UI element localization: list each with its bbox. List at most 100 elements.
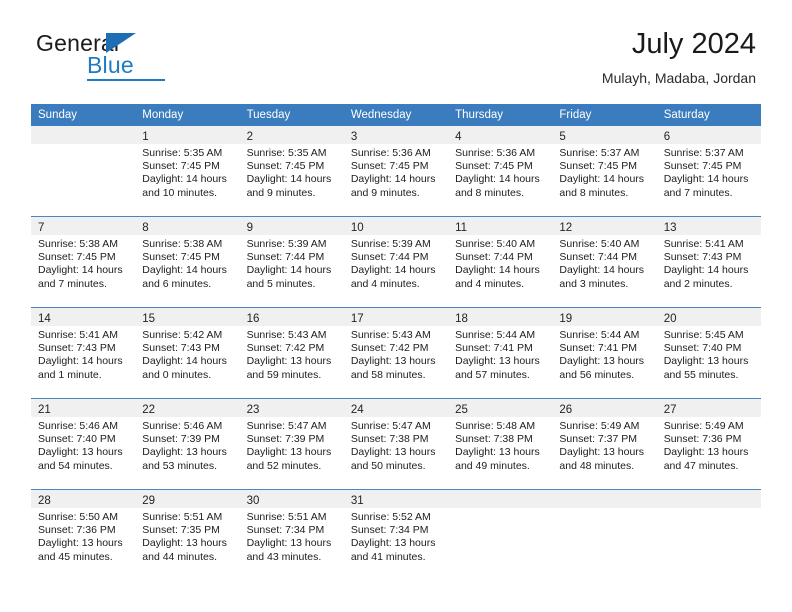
day-cell[interactable]: 12 Sunrise: 5:40 AM Sunset: 7:44 PM Dayligh… — [552, 216, 657, 308]
page-subtitle: Mulayh, Madaba, Jordan — [601, 70, 756, 86]
day-number: 3 — [350, 131, 358, 143]
day-cell[interactable]: 19 Sunrise: 5:44 AM Sunset: 7:41 PM Dayligh… — [552, 307, 657, 399]
sunrise-text: Sunrise: 5:47 AM — [246, 420, 327, 432]
sunrise-text: Sunrise: 5:35 AM — [246, 147, 327, 159]
day-cell[interactable]: 20 Sunrise: 5:45 AM Sunset: 7:40 PM Dayligh… — [656, 307, 761, 399]
daylight-text-line1: Daylight: 13 hours — [350, 446, 436, 459]
day-cell[interactable]: 13 Sunrise: 5:41 AM Sunset: 7:43 PM Dayligh… — [656, 216, 761, 308]
day-number-band: 10 — [343, 217, 449, 235]
sunrise-text: Sunrise: 5:44 AM — [559, 329, 640, 341]
day-number-band: 12 — [552, 217, 657, 235]
day-cell[interactable]: 23 Sunrise: 5:47 AM Sunset: 7:39 PM Dayligh… — [239, 398, 344, 490]
daylight-text-line1: Daylight: 13 hours — [559, 446, 645, 459]
day-cell[interactable]: 22 Sunrise: 5:46 AM Sunset: 7:39 PM Dayligh… — [135, 398, 240, 490]
day-cell[interactable]: 1 Sunrise: 5:35 AM Sunset: 7:45 PM Daylight… — [135, 126, 240, 217]
calendar-body: 1 Sunrise: 5:35 AM Sunset: 7:45 PM Daylight… — [31, 126, 761, 580]
calendar-table: Sunday Monday Tuesday Wednesday Thursday… — [31, 104, 761, 580]
day-cell[interactable]: 9 Sunrise: 5:39 AM Sunset: 7:44 PM Daylight… — [239, 216, 344, 308]
day-number-band: 16 — [239, 308, 344, 326]
day-cell[interactable]: 11 Sunrise: 5:40 AM Sunset: 7:44 PM Dayligh… — [448, 216, 553, 308]
day-cell-body: Sunrise: 5:41 AM Sunset: 7:43 PM Daylight:… — [657, 235, 761, 291]
sunset-text: Sunset: 7:44 PM — [455, 251, 533, 264]
sunset-text: Sunset: 7:41 PM — [455, 342, 533, 355]
day-number: 11 — [455, 222, 468, 234]
day-cell-body: Sunrise: 5:38 AM Sunset: 7:45 PM Daylight:… — [135, 235, 239, 291]
day-number: 9 — [246, 222, 253, 234]
sunrise-text: Sunrise: 5:39 AM — [350, 238, 431, 250]
day-cell[interactable]: 28 Sunrise: 5:50 AM Sunset: 7:36 PM Dayligh… — [31, 489, 136, 580]
day-cell[interactable]: 18 Sunrise: 5:44 AM Sunset: 7:41 PM Dayligh… — [448, 307, 553, 399]
sunrise-text: Sunrise: 5:49 AM — [559, 420, 640, 432]
day-cell[interactable]: 7 Sunrise: 5:38 AM Sunset: 7:45 PM Daylight… — [31, 216, 136, 308]
day-number-band: 9 — [239, 217, 344, 235]
day-cell[interactable]: 17 Sunrise: 5:43 AM Sunset: 7:42 PM Dayligh… — [343, 307, 449, 399]
day-cell[interactable]: 21 Sunrise: 5:46 AM Sunset: 7:40 PM Dayligh… — [31, 398, 136, 490]
day-cell[interactable]: 3 Sunrise: 5:36 AM Sunset: 7:45 PM Daylight… — [343, 126, 449, 217]
sunset-text: Sunset: 7:45 PM — [663, 160, 742, 173]
day-number-band: 28 — [31, 490, 136, 508]
day-cell-body: Sunrise: 5:37 AM Sunset: 7:45 PM Daylight:… — [657, 144, 761, 200]
day-cell[interactable]: 16 Sunrise: 5:43 AM Sunset: 7:42 PM Dayligh… — [239, 307, 344, 399]
daylight-text-line1: Daylight: 13 hours — [246, 537, 332, 550]
week-row: 1 Sunrise: 5:35 AM Sunset: 7:45 PM Daylight… — [31, 126, 761, 217]
daylight-text-line2: and 4 minutes. — [350, 277, 420, 290]
day-cell[interactable]: 27 Sunrise: 5:49 AM Sunset: 7:36 PM Dayligh… — [656, 398, 761, 490]
daylight-text-line2: and 10 minutes. — [142, 186, 217, 199]
sunrise-text: Sunrise: 5:51 AM — [142, 511, 223, 523]
weekday-header-row: Sunday Monday Tuesday Wednesday Thursday… — [31, 104, 761, 126]
sunrise-text: Sunrise: 5:41 AM — [38, 329, 118, 341]
day-number: 12 — [559, 222, 573, 234]
day-cell-empty — [656, 489, 761, 580]
daylight-text-line2: and 44 minutes. — [142, 550, 217, 563]
day-cell[interactable]: 14 Sunrise: 5:41 AM Sunset: 7:43 PM Dayligh… — [31, 307, 136, 399]
day-cell-body: Sunrise: 5:44 AM Sunset: 7:41 PM Daylight:… — [552, 326, 656, 382]
day-number-band: 24 — [343, 399, 449, 417]
day-cell[interactable]: 25 Sunrise: 5:48 AM Sunset: 7:38 PM Dayligh… — [448, 398, 553, 490]
week-row: 14 Sunrise: 5:41 AM Sunset: 7:43 PM Dayligh… — [31, 307, 761, 399]
day-cell[interactable]: 8 Sunrise: 5:38 AM Sunset: 7:45 PM Daylight… — [135, 216, 240, 308]
day-cell-body — [448, 508, 552, 511]
day-cell[interactable]: 5 Sunrise: 5:37 AM Sunset: 7:45 PM Daylight… — [552, 126, 657, 217]
day-cell-body: Sunrise: 5:43 AM Sunset: 7:42 PM Daylight:… — [240, 326, 344, 382]
day-number: 8 — [142, 222, 149, 234]
daylight-text-line1: Daylight: 13 hours — [142, 537, 227, 550]
sunset-text: Sunset: 7:45 PM — [38, 251, 116, 264]
generalblue-logo[interactable]: General Blue — [36, 30, 166, 81]
day-cell[interactable]: 6 Sunrise: 5:37 AM Sunset: 7:45 PM Daylight… — [656, 126, 761, 217]
day-cell[interactable]: 26 Sunrise: 5:49 AM Sunset: 7:37 PM Dayligh… — [552, 398, 657, 490]
day-number-band: 27 — [656, 399, 761, 417]
day-cell-body: Sunrise: 5:35 AM Sunset: 7:45 PM Daylight:… — [240, 144, 344, 200]
sunset-text: Sunset: 7:36 PM — [38, 524, 116, 537]
day-cell[interactable]: 24 Sunrise: 5:47 AM Sunset: 7:38 PM Dayligh… — [343, 398, 449, 490]
day-number-band: 31 — [343, 490, 449, 508]
day-cell[interactable]: 10 Sunrise: 5:39 AM Sunset: 7:44 PM Dayligh… — [343, 216, 449, 308]
day-cell[interactable]: 29 Sunrise: 5:51 AM Sunset: 7:35 PM Dayligh… — [135, 489, 240, 580]
day-cell[interactable]: 2 Sunrise: 5:35 AM Sunset: 7:45 PM Daylight… — [239, 126, 344, 217]
day-cell[interactable]: 4 Sunrise: 5:36 AM Sunset: 7:45 PM Daylight… — [448, 126, 553, 217]
day-cell[interactable]: 31 Sunrise: 5:52 AM Sunset: 7:34 PM Dayligh… — [343, 489, 449, 580]
daylight-text-line1: Daylight: 14 hours — [350, 264, 436, 277]
logo-underline — [87, 79, 165, 81]
day-number-band: 13 — [656, 217, 761, 235]
day-number: 24 — [350, 404, 364, 416]
day-number: 5 — [559, 131, 566, 143]
day-number-band: 23 — [239, 399, 344, 417]
day-cell[interactable]: 30 Sunrise: 5:51 AM Sunset: 7:34 PM Dayligh… — [239, 489, 344, 580]
sunset-text: Sunset: 7:45 PM — [455, 160, 533, 173]
daylight-text-line1: Daylight: 14 hours — [246, 173, 332, 186]
daylight-text-line1: Daylight: 14 hours — [350, 173, 436, 186]
day-cell[interactable]: 15 Sunrise: 5:42 AM Sunset: 7:43 PM Dayligh… — [135, 307, 240, 399]
sunrise-text: Sunrise: 5:52 AM — [350, 511, 431, 523]
day-number: 19 — [559, 313, 573, 325]
sunrise-text: Sunrise: 5:43 AM — [246, 329, 327, 341]
sunset-text: Sunset: 7:42 PM — [350, 342, 429, 355]
weekday-header-sunday: Sunday — [31, 104, 136, 126]
day-cell-body: Sunrise: 5:36 AM Sunset: 7:45 PM Daylight:… — [344, 144, 448, 200]
daylight-text-line2: and 47 minutes. — [663, 459, 739, 472]
daylight-text-line2: and 8 minutes. — [559, 186, 629, 199]
day-cell-body: Sunrise: 5:35 AM Sunset: 7:45 PM Daylight:… — [135, 144, 239, 200]
sunset-text: Sunset: 7:34 PM — [350, 524, 429, 537]
day-cell-body — [657, 508, 761, 511]
sunset-text: Sunset: 7:44 PM — [350, 251, 429, 264]
day-number: 17 — [350, 313, 364, 325]
